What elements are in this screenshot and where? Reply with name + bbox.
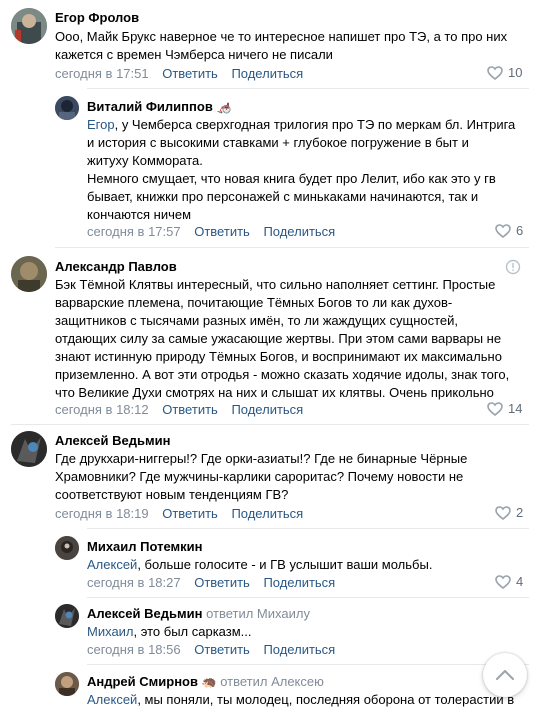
heart-icon	[495, 574, 511, 589]
heart-icon	[495, 505, 511, 520]
comment-time[interactable]: сегодня в 18:56	[87, 642, 181, 657]
comment-author[interactable]: Алексей Ведьмин ответил Михаилу	[87, 606, 310, 621]
comment-text: Ооо, Майк Брукс наверное че то интересно…	[55, 29, 508, 62]
avatar[interactable]	[55, 96, 79, 120]
comment-meta: сегодня в 17:51 Ответить Поделиться	[55, 66, 303, 81]
comment-author[interactable]: Александр Павлов	[55, 259, 177, 274]
like-button[interactable]: 4	[495, 574, 523, 589]
mention-link[interactable]: Алексей	[87, 557, 137, 572]
comment-meta: сегодня в 18:19 Ответить Поделиться	[55, 506, 303, 521]
avatar[interactable]	[55, 672, 79, 696]
replied-to[interactable]: ответил Алексею	[220, 674, 324, 689]
comment-text: Алексей, мы поняли, ты молодец, последня…	[87, 692, 515, 707]
like-count: 4	[516, 574, 524, 589]
avatar[interactable]	[55, 536, 79, 560]
avatar[interactable]	[55, 604, 79, 628]
comment-meta: сегодня в 18:56 Ответить Поделиться	[87, 642, 335, 657]
like-count: 10	[508, 65, 523, 80]
reply-button[interactable]: Ответить	[194, 575, 250, 590]
reply-button[interactable]: Ответить	[194, 224, 250, 239]
like-button[interactable]: 2	[495, 505, 523, 520]
info-icon[interactable]	[505, 259, 521, 275]
share-button[interactable]: Поделиться	[231, 66, 303, 81]
reply-button[interactable]: Ответить	[194, 642, 250, 657]
share-button[interactable]: Поделиться	[263, 575, 335, 590]
like-button[interactable]: 6	[495, 223, 523, 238]
share-button[interactable]: Поделиться	[263, 642, 335, 657]
badge-icon: 🦽	[216, 100, 232, 114]
replied-to[interactable]: ответил Михаилу	[206, 606, 310, 621]
heart-icon	[487, 65, 503, 80]
share-button[interactable]: Поделиться	[263, 224, 335, 239]
like-count: 14	[508, 401, 523, 416]
share-button[interactable]: Поделиться	[231, 402, 303, 417]
reply-button[interactable]: Ответить	[162, 506, 218, 521]
divider	[87, 88, 529, 89]
comment-author[interactable]: Виталий Филиппов 🦽	[87, 99, 231, 114]
comment-time[interactable]: сегодня в 18:19	[55, 506, 149, 521]
comment-text: Где друкхари-ниггеры!? Где орки-азиаты!?…	[55, 451, 468, 502]
reply-button[interactable]: Ответить	[162, 402, 218, 417]
divider	[87, 528, 529, 529]
comment-time[interactable]: сегодня в 17:57	[87, 224, 181, 239]
divider	[87, 597, 529, 598]
heart-icon	[495, 223, 511, 238]
comment-time[interactable]: сегодня в 18:12	[55, 402, 149, 417]
heart-icon	[487, 401, 503, 416]
avatar[interactable]	[11, 431, 47, 467]
reply-button[interactable]: Ответить	[162, 66, 218, 81]
divider	[87, 664, 529, 665]
mention-link[interactable]: Михаил	[87, 624, 134, 639]
like-count: 6	[516, 223, 524, 238]
avatar[interactable]	[11, 256, 47, 292]
comment-meta: сегодня в 18:12 Ответить Поделиться	[55, 402, 303, 417]
like-button[interactable]: 14	[487, 401, 522, 416]
like-count: 2	[516, 505, 524, 520]
comment-time[interactable]: сегодня в 17:51	[55, 66, 149, 81]
share-button[interactable]: Поделиться	[231, 506, 303, 521]
comment-meta: сегодня в 17:57 Ответить Поделиться	[87, 224, 335, 239]
mention-link[interactable]: Алексей	[87, 692, 137, 707]
avatar[interactable]	[11, 8, 47, 44]
comment-meta: сегодня в 18:27 Ответить Поделиться	[87, 575, 335, 590]
comment-text: Михаил, это был сарказм...	[87, 624, 252, 639]
comment-author[interactable]: Алексей Ведьмин	[55, 433, 170, 448]
comment-author[interactable]: Андрей Смирнов 🦔 ответил Алексею	[87, 674, 324, 689]
chevron-up-icon	[496, 670, 514, 680]
badge-icon: 🦔	[201, 675, 217, 689]
comment-text: Алексей, больше голосите - и ГВ услышит …	[87, 557, 433, 572]
comment-author[interactable]: Михаил Потемкин	[87, 539, 203, 554]
comment-text: Егор, у Чемберса сверхгодная трилогия пр…	[87, 117, 516, 222]
scroll-up-button[interactable]	[483, 653, 527, 697]
like-button[interactable]: 10	[487, 65, 522, 80]
divider	[55, 247, 529, 248]
comment-time[interactable]: сегодня в 18:27	[87, 575, 181, 590]
comment-text: Бэк Тёмной Клятвы интересный, что сильно…	[55, 277, 510, 400]
comment-author[interactable]: Егор Фролов	[55, 10, 139, 25]
mention-link[interactable]: Егор	[87, 117, 115, 132]
divider	[11, 424, 529, 425]
